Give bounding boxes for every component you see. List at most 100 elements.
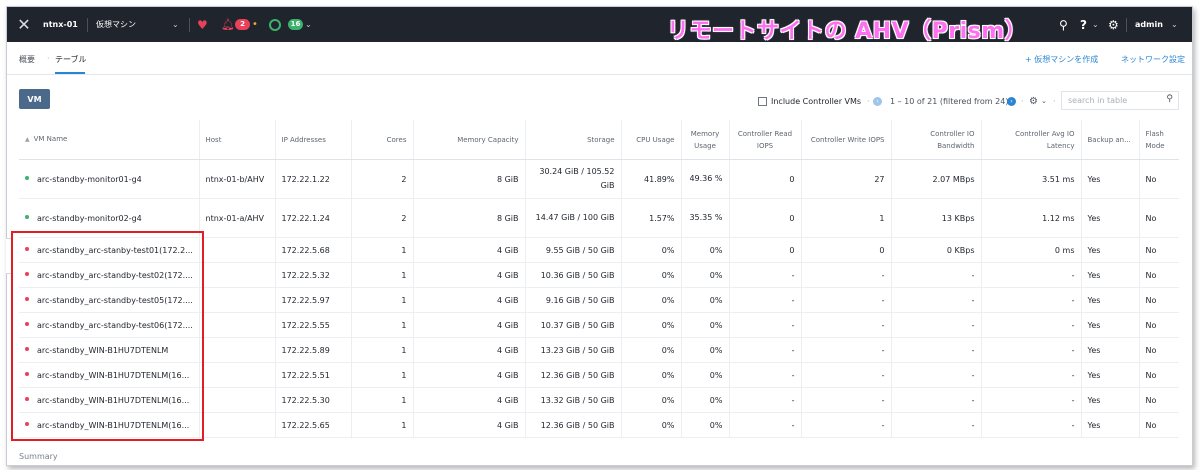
cell-cpu-usage: 0% bbox=[621, 287, 682, 313]
table-row[interactable]: arc-standby-monitor01-g4 ntnx-01-b/AHV 172… bbox=[19, 159, 1179, 199]
chevron-down-icon[interactable]: ⌄ bbox=[305, 7, 312, 42]
cell-write-iops: - bbox=[801, 412, 892, 438]
cell-read-iops: 0 bbox=[729, 237, 802, 263]
cell-cpu-usage: 0% bbox=[621, 237, 682, 263]
column-header-ip-addresses[interactable]: IP Addresses bbox=[275, 120, 352, 160]
cell-cores: 1 bbox=[351, 387, 414, 413]
cell-storage: 14.47 GiB / 100 GiB bbox=[525, 198, 622, 238]
task-count-badge[interactable]: 16 bbox=[288, 7, 303, 42]
cell-cores: 1 bbox=[351, 287, 414, 313]
table-settings-gear-icon[interactable]: ⚙ bbox=[1029, 95, 1038, 107]
cell-io-bandwidth: - bbox=[891, 412, 982, 438]
column-header-memory-capacity[interactable]: Memory Capacity bbox=[413, 120, 526, 160]
cell-memory-capacity: 4 GiB bbox=[413, 412, 526, 438]
chevron-down-icon[interactable]: ⌄ bbox=[1171, 7, 1178, 42]
circle-icon[interactable] bbox=[269, 7, 281, 42]
cell-memory-usage: 0% bbox=[681, 387, 730, 413]
column-header-backup[interactable]: Backup an... bbox=[1081, 120, 1140, 160]
vm-name-link[interactable]: arc-standby-monitor01-g4 bbox=[37, 175, 142, 184]
chevron-down-icon[interactable]: ⌄ bbox=[1041, 95, 1047, 107]
cell-ip-address: 172.22.5.51 bbox=[275, 362, 352, 388]
column-header-storage[interactable]: Storage bbox=[525, 120, 622, 160]
cell-memory-usage: 0% bbox=[681, 412, 730, 438]
cell-avg-io-latency: - bbox=[981, 287, 1082, 313]
cell-flash-mode: No bbox=[1139, 262, 1179, 288]
chevron-down-icon[interactable]: ⌄ bbox=[172, 7, 179, 42]
cell-read-iops: - bbox=[729, 287, 802, 313]
cell-cpu-usage: 0% bbox=[621, 312, 682, 338]
heart-icon[interactable]: ♥ bbox=[197, 7, 208, 42]
cell-cpu-usage: 1.57% bbox=[621, 198, 682, 238]
gear-icon[interactable]: ⚙ bbox=[1108, 7, 1119, 42]
cell-storage: 9.55 GiB / 50 GiB bbox=[525, 237, 622, 263]
cell-ip-address: 172.22.5.65 bbox=[275, 412, 352, 438]
cell-memory-capacity: 4 GiB bbox=[413, 362, 526, 388]
user-menu[interactable]: admin bbox=[1135, 7, 1163, 42]
column-header-controller-read-iops[interactable]: Controller Read IOPS bbox=[729, 120, 802, 160]
cell-cpu-usage: 0% bbox=[621, 262, 682, 288]
cell-cores: 1 bbox=[351, 312, 414, 338]
cell-memory-capacity: 8 GiB bbox=[413, 198, 526, 238]
column-header-vm-name[interactable]: ▲ VM Name bbox=[19, 120, 200, 160]
search-icon[interactable]: ⚲ bbox=[1166, 94, 1173, 104]
include-controller-vms-checkbox[interactable] bbox=[758, 95, 767, 107]
cluster-name[interactable]: ntnx-01 bbox=[43, 7, 78, 42]
divider bbox=[189, 18, 190, 32]
cell-cores: 2 bbox=[351, 198, 414, 238]
divider bbox=[87, 18, 88, 32]
cell-memory-capacity: 4 GiB bbox=[413, 337, 526, 363]
help-icon[interactable]: ? bbox=[1080, 7, 1087, 42]
cell-storage: 10.36 GiB / 50 GiB bbox=[525, 262, 622, 288]
search-icon[interactable]: ⚲ bbox=[1059, 7, 1068, 42]
cell-cores: 1 bbox=[351, 412, 414, 438]
previous-page-icon[interactable]: ‹ bbox=[873, 95, 882, 107]
include-controller-vms-label[interactable]: Include Controller VMs bbox=[771, 95, 861, 107]
network-settings-link[interactable]: ネットワーク設定 bbox=[1121, 54, 1185, 65]
cell-avg-io-latency: - bbox=[981, 337, 1082, 363]
chevron-down-icon[interactable]: ⌄ bbox=[1092, 7, 1099, 42]
power-status-dot-icon bbox=[25, 176, 29, 180]
tab-table[interactable]: テーブル bbox=[55, 54, 87, 65]
vm-tab-button[interactable]: VM bbox=[19, 89, 50, 109]
entity-menu[interactable]: 仮想マシン bbox=[96, 7, 136, 42]
column-header-cores[interactable]: Cores bbox=[351, 120, 414, 160]
column-header-controller-io-bandwidth[interactable]: Controller IO Bandwidth bbox=[891, 120, 982, 160]
cell-avg-io-latency: - bbox=[981, 387, 1082, 413]
view-tabs-bar: 概要 · テーブル + 仮想マシンを作成 ネットワーク設定 bbox=[7, 42, 1192, 75]
cell-cpu-usage: 0% bbox=[621, 387, 682, 413]
column-header-host[interactable]: Host bbox=[199, 120, 276, 160]
cell-ip-address: 172.22.1.24 bbox=[275, 198, 352, 238]
column-header-memory-usage[interactable]: Memory Usage bbox=[681, 120, 730, 160]
cell-host: ntnx-01-b/AHV bbox=[199, 159, 276, 199]
tab-overview[interactable]: 概要 bbox=[19, 54, 35, 65]
cell-avg-io-latency: - bbox=[981, 262, 1082, 288]
column-header-controller-avg-io-latency[interactable]: Controller Avg IO Latency bbox=[981, 120, 1082, 160]
table-search-box[interactable]: ⚲ bbox=[1061, 91, 1179, 110]
bell-icon[interactable]: 🔔︎ bbox=[221, 7, 235, 42]
vm-name-link[interactable]: arc-standby-monitor02-g4 bbox=[37, 214, 142, 223]
cell-cores: 1 bbox=[351, 237, 414, 263]
column-header-controller-write-iops[interactable]: Controller Write IOPS bbox=[801, 120, 892, 160]
summary-section-label[interactable]: Summary bbox=[19, 452, 58, 461]
cell-read-iops: - bbox=[729, 412, 802, 438]
nutanix-x-logo-icon[interactable]: ✕ bbox=[15, 7, 33, 42]
alert-count-badge[interactable]: 2 bbox=[235, 7, 250, 42]
column-header-flash-mode[interactable]: Flash Mode bbox=[1139, 120, 1179, 160]
cell-ip-address: 172.22.1.22 bbox=[275, 159, 352, 199]
next-page-icon[interactable]: › bbox=[1007, 95, 1016, 107]
cell-read-iops: - bbox=[729, 362, 802, 388]
cell-storage: 30.24 GiB / 105.52 GiB bbox=[525, 159, 622, 199]
cell-avg-io-latency: 0 ms bbox=[981, 237, 1082, 263]
create-vm-link[interactable]: + 仮想マシンを作成 bbox=[1025, 54, 1098, 65]
divider bbox=[1126, 18, 1127, 32]
cell-read-iops: - bbox=[729, 387, 802, 413]
cell-write-iops: - bbox=[801, 387, 892, 413]
cell-cpu-usage: 0% bbox=[621, 362, 682, 388]
cell-backup: Yes bbox=[1081, 312, 1140, 338]
search-input[interactable] bbox=[1068, 95, 1158, 106]
cell-host bbox=[199, 337, 276, 363]
column-header-cpu-usage[interactable]: CPU Usage bbox=[621, 120, 682, 160]
cell-host bbox=[199, 237, 276, 263]
cell-memory-capacity: 4 GiB bbox=[413, 287, 526, 313]
task-count: 16 bbox=[288, 19, 303, 30]
